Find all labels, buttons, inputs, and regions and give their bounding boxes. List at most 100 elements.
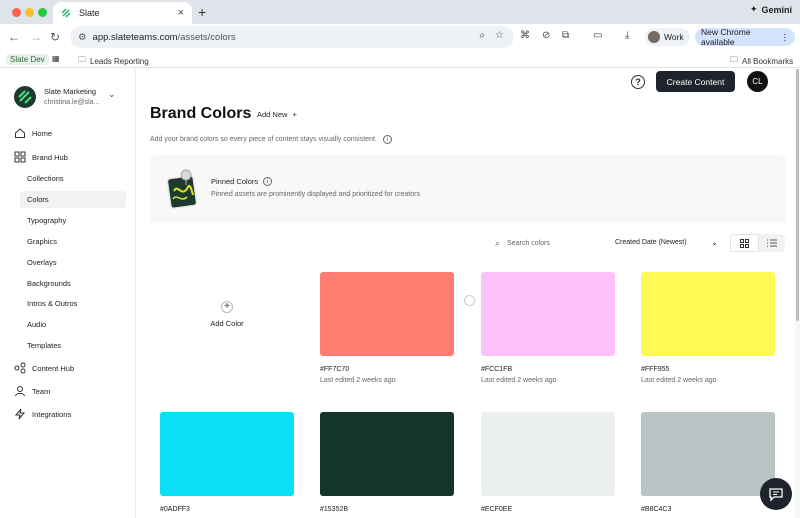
drag-handle[interactable] bbox=[464, 295, 475, 306]
extension-icon[interactable]: ⌘ bbox=[520, 30, 530, 41]
slate-logo-icon bbox=[18, 90, 32, 104]
url-host: app.slateteams.com bbox=[92, 31, 178, 43]
sidebar-sub-label: Collections bbox=[27, 174, 64, 183]
home-icon bbox=[15, 128, 25, 138]
sidebar-sub-label: Templates bbox=[27, 341, 62, 350]
color-hex: #ECF0EE bbox=[481, 506, 513, 513]
puzzle-icon[interactable]: ⧉ bbox=[562, 30, 569, 41]
minimize-window-button[interactable] bbox=[25, 8, 34, 17]
chat-support-button[interactable] bbox=[760, 478, 792, 510]
bookmark-slate-dev[interactable]: Slate Dev bbox=[6, 54, 49, 65]
sidebar-sub-backgrounds[interactable]: Backgrounds bbox=[20, 275, 126, 292]
color-card[interactable]: #ECF0EE bbox=[481, 412, 615, 513]
sidebar-item-label: Team bbox=[32, 386, 51, 396]
color-card[interactable]: #15352B bbox=[320, 412, 454, 513]
info-icon[interactable]: i bbox=[382, 135, 392, 144]
help-icon[interactable]: ? bbox=[631, 75, 645, 89]
pinned-description: Pinned assets are prominently displayed … bbox=[211, 191, 420, 198]
cast-icon[interactable]: ▭ bbox=[593, 30, 602, 41]
sidebar-item-team[interactable]: Team bbox=[14, 385, 50, 397]
sidebar-item-content-hub[interactable]: Content Hub bbox=[14, 362, 74, 374]
color-swatch[interactable] bbox=[641, 272, 775, 356]
color-card[interactable]: #B8C4C3 bbox=[641, 412, 775, 513]
sidebar-item-label: Integrations bbox=[32, 409, 72, 419]
maximize-window-button[interactable] bbox=[38, 8, 47, 17]
sidebar-item-label: Brand Hub bbox=[32, 152, 68, 162]
color-hex: #FCC1FB bbox=[481, 366, 513, 373]
zoom-icon[interactable]: ⌕ bbox=[479, 30, 485, 41]
sidebar-item-home[interactable]: Home bbox=[14, 127, 52, 139]
slate-favicon-icon bbox=[61, 8, 71, 18]
profile-button[interactable]: Work bbox=[645, 28, 690, 46]
add-color-button[interactable]: + Add Color bbox=[160, 272, 294, 356]
workspace-switcher[interactable]: Slate Marketing christina.le@sla... bbox=[14, 86, 99, 108]
color-swatch[interactable] bbox=[320, 272, 454, 356]
list-view-button[interactable] bbox=[759, 234, 786, 252]
integrations-icon bbox=[14, 408, 26, 420]
sidebar-sub-overlays[interactable]: Overlays bbox=[20, 254, 126, 271]
update-label: New Chrome available bbox=[701, 27, 751, 47]
sort-dropdown[interactable]: Created Date (Newest) ⌄ bbox=[615, 238, 718, 247]
gemini-label: Gemini bbox=[761, 4, 792, 15]
sidebar-sub-collections[interactable]: Collections bbox=[20, 170, 126, 187]
sidebar-item-brand-hub[interactable]: Brand Hub bbox=[14, 151, 68, 163]
plus-icon: + bbox=[221, 300, 233, 313]
chrome-update-button[interactable]: New Chrome available ⋮ bbox=[695, 27, 795, 47]
bookmark-all-bookmarks[interactable]: 🗀 All Bookmarks bbox=[730, 54, 793, 68]
bookmark-star-icon[interactable]: ☆ bbox=[495, 30, 504, 41]
color-swatch[interactable] bbox=[160, 412, 294, 496]
gemini-button[interactable]: ✦ Gemini bbox=[750, 4, 792, 15]
bookmark-leads-reporting[interactable]: 🗀 Leads Reporting bbox=[78, 54, 149, 68]
color-card[interactable]: #FFF955 Last edited 2 weeks ago bbox=[641, 272, 775, 384]
sidebar-item-label: Content Hub bbox=[32, 363, 75, 373]
page-title: Brand Colors bbox=[150, 105, 252, 122]
browser-tab-slate[interactable]: Slate × bbox=[53, 2, 192, 24]
color-swatch[interactable] bbox=[320, 412, 454, 496]
download-icon[interactable]: ⤓ bbox=[625, 30, 629, 41]
sidebar-sub-intros-outros[interactable]: Intros & Outros bbox=[20, 295, 126, 312]
url-path: /assets/colors bbox=[177, 31, 236, 43]
grid-view-button[interactable] bbox=[730, 234, 759, 252]
color-swatch[interactable] bbox=[481, 412, 615, 496]
new-tab-button[interactable]: + bbox=[198, 4, 206, 20]
color-card[interactable]: #FCC1FB Last edited 2 weeks ago bbox=[481, 272, 615, 384]
search-colors-field[interactable]: ⌕ Search colors bbox=[495, 238, 550, 249]
search-placeholder: Search colors bbox=[507, 240, 550, 247]
page-scrollbar-thumb[interactable] bbox=[796, 69, 799, 321]
apps-grid-icon[interactable]: ▦ bbox=[52, 54, 60, 63]
sidebar-item-integrations[interactable]: Integrations bbox=[14, 408, 71, 420]
user-avatar[interactable]: CL bbox=[747, 71, 768, 92]
sidebar-sub-colors[interactable]: Colors bbox=[20, 191, 126, 208]
close-window-button[interactable] bbox=[12, 8, 21, 17]
color-hex: #15352B bbox=[320, 506, 349, 513]
color-card[interactable]: #FF7C70 Last edited 2 weeks ago bbox=[320, 272, 454, 384]
sidebar-sub-label: Typography bbox=[27, 216, 67, 225]
site-settings-icon[interactable]: ⚙ bbox=[78, 32, 87, 43]
chevron-down-icon[interactable]: ⌄ bbox=[108, 89, 116, 100]
browser-tabstrip: Slate × + ✦ Gemini bbox=[0, 0, 800, 24]
add-new-button[interactable]: Add New + bbox=[257, 110, 297, 119]
color-swatch[interactable] bbox=[481, 272, 615, 356]
reload-icon[interactable]: ↻ bbox=[50, 30, 60, 44]
color-card[interactable]: #0ADFF3 bbox=[160, 412, 294, 513]
list-icon bbox=[766, 239, 777, 247]
sidebar-sub-typography[interactable]: Typography bbox=[20, 212, 126, 229]
kebab-menu-icon[interactable]: ⋮ bbox=[781, 32, 790, 43]
sidebar-sub-label: Colors bbox=[27, 195, 49, 204]
sidebar-sub-templates[interactable]: Templates bbox=[20, 337, 126, 354]
forward-arrow-icon[interactable]: → bbox=[30, 30, 42, 44]
create-content-button[interactable]: Create Content bbox=[656, 71, 735, 92]
color-hex: #B8C4C3 bbox=[641, 506, 672, 513]
app-root: Slate Marketing christina.le@sla... ⌄ Ho… bbox=[0, 69, 800, 518]
color-swatch[interactable] bbox=[641, 412, 775, 496]
workspace-email: christina.le@sla... bbox=[44, 99, 100, 106]
info-icon[interactable]: i bbox=[263, 177, 273, 186]
close-tab-icon[interactable]: × bbox=[178, 7, 184, 19]
bookmarks-bar: Slate Dev ▦ 🗀 Leads Reporting 🗀 All Book… bbox=[0, 50, 800, 68]
sidebar-sub-audio[interactable]: Audio bbox=[20, 316, 126, 333]
sidebar-sub-graphics[interactable]: Graphics bbox=[20, 233, 126, 250]
page-subtitle-text: Add your brand colors so every piece of … bbox=[150, 136, 377, 143]
extension-check-icon[interactable]: ⊘ bbox=[542, 30, 550, 41]
address-bar[interactable]: ⚙ app.slateteams.com/assets/colors ⌕ ☆ bbox=[70, 26, 514, 48]
back-arrow-icon[interactable]: ← bbox=[8, 30, 20, 44]
